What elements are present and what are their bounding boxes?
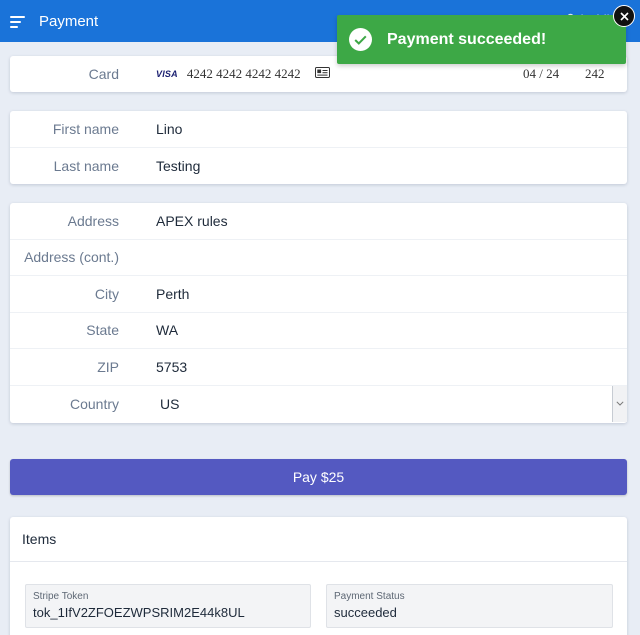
close-icon[interactable] <box>613 5 635 27</box>
check-icon <box>349 28 372 51</box>
payment-status-value: succeeded <box>334 605 397 620</box>
card-number: 4242 4242 4242 4242 <box>186 66 301 81</box>
card-number-field[interactable]: VISA 4242 4242 4242 4242 <box>156 66 330 82</box>
address-section: Address APEX rules Address (cont.) City … <box>10 203 627 423</box>
id-card-icon <box>314 66 330 82</box>
items-panel: Items Stripe Token tok_1IfV2ZFOEZWPSRIM2… <box>10 517 627 635</box>
city-input[interactable]: Perth <box>156 286 189 302</box>
stripe-token-label: Stripe Token <box>33 591 89 602</box>
chevron-down-icon <box>616 401 624 406</box>
name-section: First name Lino Last name Testing <box>10 111 627 184</box>
first-name-label: First name <box>52 120 119 137</box>
first-name-input[interactable]: Lino <box>156 121 182 137</box>
payment-status-label: Payment Status <box>334 591 405 602</box>
card-cvc-field[interactable]: 242 <box>585 66 605 82</box>
state-row: State WA <box>10 313 627 349</box>
stripe-token-value: tok_1IfV2ZFOEZWPSRIM2E44k8UL <box>33 605 245 620</box>
address-cont-label: Address (cont.) <box>24 249 119 266</box>
last-name-row: Last name Testing <box>10 148 627 185</box>
success-toast: Payment succeeded! <box>337 15 626 64</box>
menu-icon[interactable] <box>10 14 26 28</box>
zip-input[interactable]: 5753 <box>156 359 187 375</box>
items-heading: Items <box>10 517 627 562</box>
country-dropdown-button[interactable] <box>612 385 627 422</box>
address-cont-row: Address (cont.) <box>10 240 627 276</box>
pay-button[interactable]: Pay $25 <box>10 459 627 495</box>
payment-status-field[interactable]: Payment Status succeeded <box>326 584 613 628</box>
zip-label: ZIP <box>97 358 119 375</box>
country-label: Country <box>69 396 119 412</box>
page-title: Payment <box>39 12 99 30</box>
address-label: Address <box>67 212 119 229</box>
address-input[interactable]: APEX rules <box>156 213 228 229</box>
state-label: State <box>86 322 119 339</box>
country-row: Country US <box>10 385 627 423</box>
toast-message: Payment succeeded! <box>387 30 547 48</box>
last-name-label: Last name <box>53 157 119 174</box>
zip-row: ZIP 5753 <box>10 349 627 386</box>
state-input[interactable]: WA <box>156 322 178 338</box>
first-name-row: First name Lino <box>10 111 627 148</box>
city-row: City Perth <box>10 276 627 313</box>
visa-logo: VISA <box>156 69 178 79</box>
card-expiry-field[interactable]: 04 / 24 <box>523 66 559 82</box>
city-label: City <box>94 285 119 302</box>
stripe-token-field[interactable]: Stripe Token tok_1IfV2ZFOEZWPSRIM2E44k8U… <box>25 584 311 628</box>
last-name-input[interactable]: Testing <box>156 158 200 174</box>
address-row: Address APEX rules <box>10 203 627 240</box>
country-select[interactable]: US <box>160 396 179 412</box>
card-label: Card <box>88 66 119 82</box>
